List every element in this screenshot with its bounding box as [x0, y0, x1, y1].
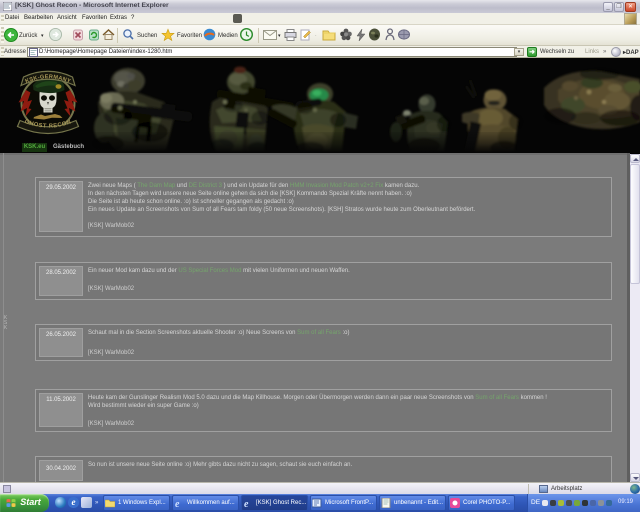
svg-text:e: e: [244, 499, 249, 508]
svg-text:e: e: [175, 499, 180, 508]
